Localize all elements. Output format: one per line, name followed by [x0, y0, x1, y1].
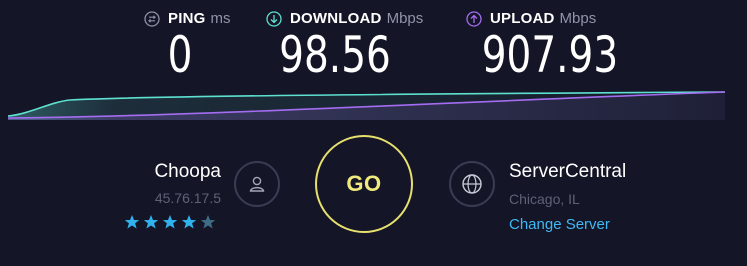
download-value: 98.56 — [279, 26, 391, 84]
upload-label: UPLOAD — [490, 10, 555, 27]
server-name: ServerCentral — [509, 161, 627, 182]
ping-unit: ms — [210, 10, 231, 27]
ping-icon — [144, 10, 160, 27]
download-arrow-icon — [266, 10, 282, 27]
ping-value: 0 — [167, 26, 193, 84]
star-filled-icon[interactable] — [124, 214, 140, 230]
isp-name: Choopa — [154, 161, 221, 182]
star-filled-icon[interactable] — [162, 214, 178, 230]
change-server-link[interactable]: Change Server — [509, 216, 610, 233]
star-empty-icon[interactable] — [200, 214, 216, 230]
upload-arrow-icon — [466, 10, 482, 27]
speed-graph — [7, 91, 726, 120]
download-unit: Mbps — [386, 10, 424, 27]
download-label: DOWNLOAD — [290, 10, 382, 27]
go-button[interactable]: GO — [315, 135, 413, 233]
user-icon — [234, 161, 280, 207]
go-button-label: GO — [346, 171, 382, 196]
server-location: Chicago, IL — [509, 191, 580, 207]
star-filled-icon[interactable] — [143, 214, 159, 230]
isp-ip-address: 45.76.17.5 — [154, 190, 221, 206]
upload-header: UPLOAD Mbps — [466, 10, 596, 27]
download-header: DOWNLOAD Mbps — [266, 10, 423, 27]
upload-unit: Mbps — [559, 10, 597, 27]
upload-value: 907.93 — [481, 26, 619, 84]
globe-icon — [449, 161, 495, 207]
ping-header: PING ms — [144, 10, 230, 27]
star-filled-icon[interactable] — [181, 214, 197, 230]
ping-label: PING — [168, 10, 206, 27]
isp-rating[interactable] — [124, 214, 219, 230]
